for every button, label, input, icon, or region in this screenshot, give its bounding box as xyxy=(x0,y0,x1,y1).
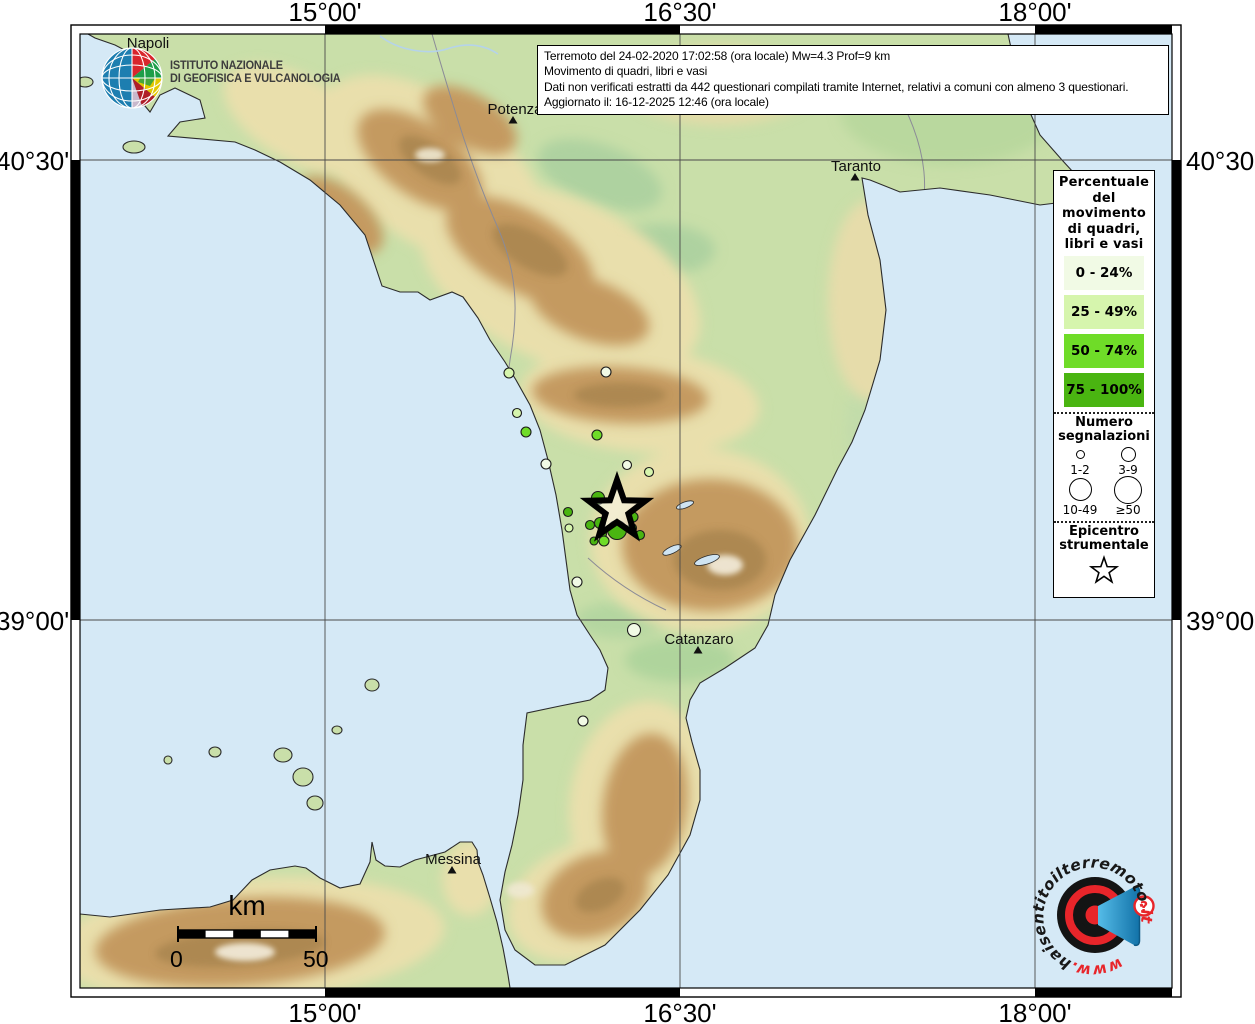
ingv-name: ISTITUTO NAZIONALE DI GEOFISICA E VULCAN… xyxy=(170,60,340,85)
axis-bottom-15: 15°00' xyxy=(288,998,361,1024)
intensity-point xyxy=(513,409,522,418)
intensity-point xyxy=(586,521,595,530)
count-circle-medium xyxy=(1121,447,1136,462)
ingv-name-line1: ISTITUTO NAZIONALE xyxy=(170,60,340,73)
legend: Percentuale del movimento di quadri, lib… xyxy=(1053,170,1155,598)
scale-start-label: 0 xyxy=(170,946,183,973)
ingv-logo xyxy=(100,46,164,110)
legend-epicenter-title: Epicentro strumentale xyxy=(1054,525,1154,554)
intensity-point xyxy=(541,459,551,469)
count-symbol-3-9: 3-9 xyxy=(1104,447,1152,477)
map-terrain xyxy=(51,34,1172,1015)
count-circle-small xyxy=(1076,450,1085,459)
axis-top-15: 15°00' xyxy=(288,0,361,28)
intensity-point xyxy=(565,524,573,532)
intensity-point xyxy=(521,427,531,437)
intensity-point xyxy=(628,624,641,637)
event-info-line4: Aggiornato il: 16-12-2025 12:46 (ora loc… xyxy=(544,95,1162,110)
event-info-line3: Dati non verificati estratti da 442 ques… xyxy=(544,80,1162,95)
city-label-catanzaro: Catanzaro xyxy=(664,631,733,648)
count-circle-large xyxy=(1069,478,1092,501)
legend-swatch-75-100: 75 - 100% xyxy=(1064,373,1144,407)
intensity-point xyxy=(601,367,611,377)
axis-bottom-18: 18°00' xyxy=(998,998,1071,1024)
axis-left-3900: 39°00' xyxy=(0,606,69,637)
count-circle-xlarge xyxy=(1114,476,1142,504)
axis-top-18: 18°00' xyxy=(998,0,1071,28)
intensity-point xyxy=(564,508,573,517)
ingv-name-line2: DI GEOFISICA E VULCANOLOGIA xyxy=(170,73,340,86)
intensity-point xyxy=(578,716,588,726)
intensity-point xyxy=(572,577,582,587)
city-label-taranto: Taranto xyxy=(831,158,881,175)
count-symbol-50plus: ≥50 xyxy=(1104,477,1152,517)
intensity-point xyxy=(599,536,609,546)
legend-separator xyxy=(1054,412,1154,414)
event-info-line2: Movimento di quadri, libri e vasi xyxy=(544,64,1162,79)
legend-swatch-0-24: 0 - 24% xyxy=(1064,256,1144,290)
city-label-potenza: Potenza xyxy=(487,101,542,118)
legend-swatch-50-74: 50 - 74% xyxy=(1064,334,1144,368)
axis-left-4030: 40°30' xyxy=(0,146,69,177)
legend-title: Percentuale del movimento di quadri, lib… xyxy=(1054,175,1154,253)
intensity-point xyxy=(592,430,602,440)
event-info-box: Terremoto del 24-02-2020 17:02:58 (ora l… xyxy=(537,45,1169,115)
legend-separator2 xyxy=(1054,521,1154,523)
count-symbol-1-2: 1-2 xyxy=(1056,447,1104,477)
legend-count-symbols: 1-2 3-9 10-49 ≥50 xyxy=(1056,447,1152,517)
legend-counts-title: Numero segnalazioni xyxy=(1054,416,1154,445)
axis-top-1630: 16°30' xyxy=(643,0,716,28)
haisentito-logo: ? www.haisentitoilterremoto.it xyxy=(1025,845,1165,985)
city-label-messina: Messina xyxy=(425,851,481,868)
axis-right-3900: 39°00' xyxy=(1186,606,1255,637)
count-symbol-10-49: 10-49 xyxy=(1056,477,1104,517)
legend-star-icon xyxy=(1087,555,1121,587)
axis-right-4030: 40°30' xyxy=(1186,146,1255,177)
intensity-point xyxy=(504,368,514,378)
scale-unit-label: km xyxy=(228,890,265,922)
intensity-point xyxy=(645,468,654,477)
legend-swatch-25-49: 25 - 49% xyxy=(1064,295,1144,329)
axis-bottom-1630: 16°30' xyxy=(643,998,716,1024)
scale-end-label: 50 xyxy=(303,946,329,973)
map-page: 15°00' 16°30' 18°00' 15°00' 16°30' 18°00… xyxy=(0,0,1255,1024)
intensity-point xyxy=(623,461,632,470)
event-info-line1: Terremoto del 24-02-2020 17:02:58 (ora l… xyxy=(544,49,1162,64)
